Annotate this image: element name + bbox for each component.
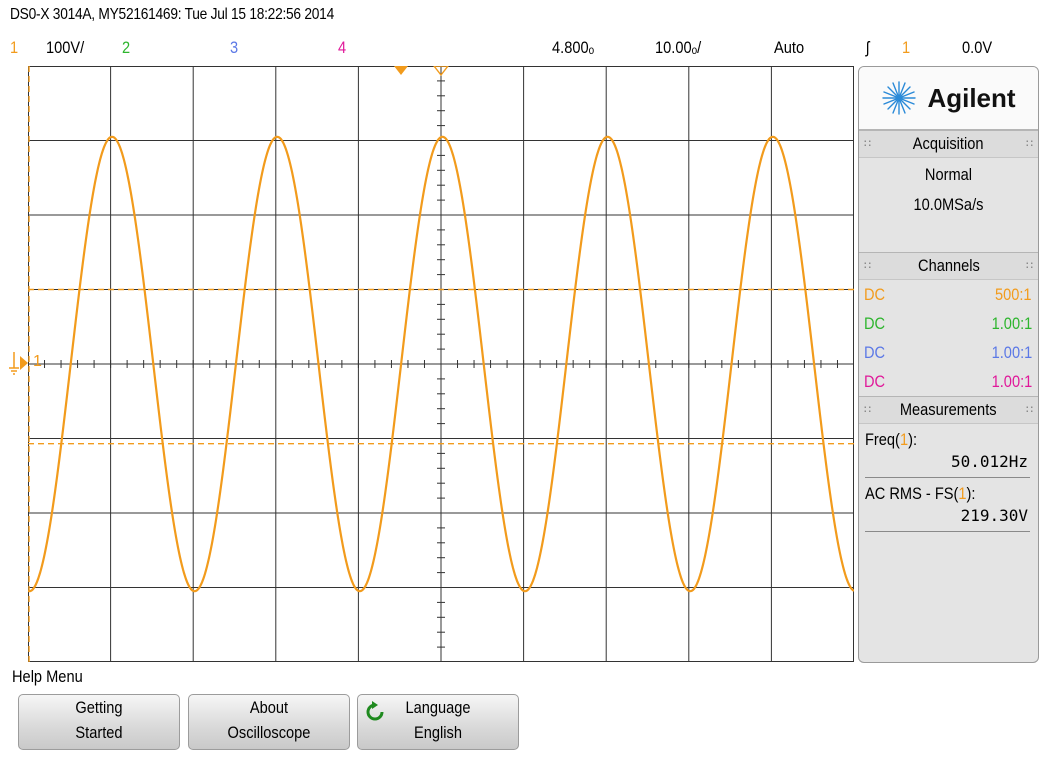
- channels-header[interactable]: ∷ Channels ∷: [859, 252, 1038, 280]
- trigger-level[interactable]: 0.0V: [962, 38, 992, 58]
- ch1-scale[interactable]: 100V/: [46, 38, 84, 58]
- softkey-menu-title: Help Menu: [12, 667, 83, 686]
- status-bar: 1 100V/ 2 3 4 4.800ₒ 10.00ₒ/ Auto ʃ 1 0.…: [0, 38, 1045, 64]
- trigger-source[interactable]: 1: [902, 38, 910, 58]
- waveform-display[interactable]: [28, 66, 854, 662]
- acquisition-mode: Normal: [924, 165, 973, 184]
- divider: [865, 531, 1030, 532]
- channel-row-3[interactable]: DC 1.00:1: [859, 338, 1038, 367]
- about-oscilloscope-button[interactable]: About Oscilloscope: [188, 694, 350, 750]
- ch4-number[interactable]: 4: [338, 38, 346, 58]
- channel-coupling: DC: [864, 285, 886, 304]
- freq-label: Freq(1):: [865, 430, 918, 449]
- trigger-slope-icon: ʃ: [866, 38, 870, 57]
- drag-grip-icon[interactable]: ∷: [1026, 253, 1033, 279]
- channel-row-1[interactable]: DC 500:1: [859, 280, 1038, 309]
- channel-probe-ratio: 1.00:1: [991, 343, 1032, 362]
- time-scale[interactable]: 10.00ₒ/: [655, 38, 701, 58]
- brand-name: Agilent: [927, 82, 1016, 113]
- ch1-number[interactable]: 1: [10, 38, 18, 58]
- agilent-spark-icon: [882, 81, 917, 115]
- rms-value: 219.30V: [960, 506, 1028, 525]
- language-button[interactable]: Language English: [357, 694, 519, 750]
- side-panel: Agilent ∷ Acquisition ∷ Normal 10.0MSa/s…: [858, 66, 1039, 663]
- channel-probe-ratio: 500:1: [995, 285, 1032, 304]
- drag-grip-icon[interactable]: ∷: [1026, 397, 1033, 423]
- waveform-graticule: [28, 66, 854, 662]
- channel-probe-ratio: 1.00:1: [991, 314, 1032, 333]
- freq-value: 50.012Hz: [950, 452, 1028, 471]
- trigger-mode[interactable]: Auto: [774, 38, 804, 58]
- getting-started-button[interactable]: Getting Started: [18, 694, 180, 750]
- rms-label: AC RMS - FS(1):: [865, 484, 976, 503]
- channel-coupling: DC: [864, 343, 886, 362]
- drag-grip-icon[interactable]: ∷: [864, 397, 871, 423]
- drag-grip-icon[interactable]: ∷: [864, 131, 871, 157]
- drag-grip-icon[interactable]: ∷: [1026, 131, 1033, 157]
- channel-probe-ratio: 1.00:1: [991, 372, 1032, 391]
- channel-coupling: DC: [864, 372, 886, 391]
- channel-1-marker: 1: [33, 353, 42, 370]
- channel-row-4[interactable]: DC 1.00:1: [859, 367, 1038, 396]
- brand-logo: Agilent: [859, 67, 1038, 130]
- ch2-number[interactable]: 2: [122, 38, 130, 58]
- channels-list: DC 500:1 DC 1.00:1 DC 1.00:1 DC 1.00:1: [859, 280, 1038, 396]
- acquisition-info: Normal 10.0MSa/s: [859, 158, 1038, 252]
- measurements-list: Freq(1): 50.012Hz AC RMS - FS(1): 219.30…: [859, 424, 1038, 532]
- channel-row-2[interactable]: DC 1.00:1: [859, 309, 1038, 338]
- channel-coupling: DC: [864, 314, 886, 333]
- sample-rate: 10.0MSa/s: [913, 195, 984, 214]
- drag-grip-icon[interactable]: ∷: [864, 253, 871, 279]
- measurements-header[interactable]: ∷ Measurements ∷: [859, 396, 1038, 424]
- time-delay[interactable]: 4.800ₒ: [552, 38, 594, 58]
- divider: [865, 477, 1030, 478]
- window-title: DS0-X 3014A, MY52161469: Tue Jul 15 18:2…: [10, 6, 334, 23]
- ch3-number[interactable]: 3: [230, 38, 238, 58]
- acquisition-header[interactable]: ∷ Acquisition ∷: [859, 130, 1038, 158]
